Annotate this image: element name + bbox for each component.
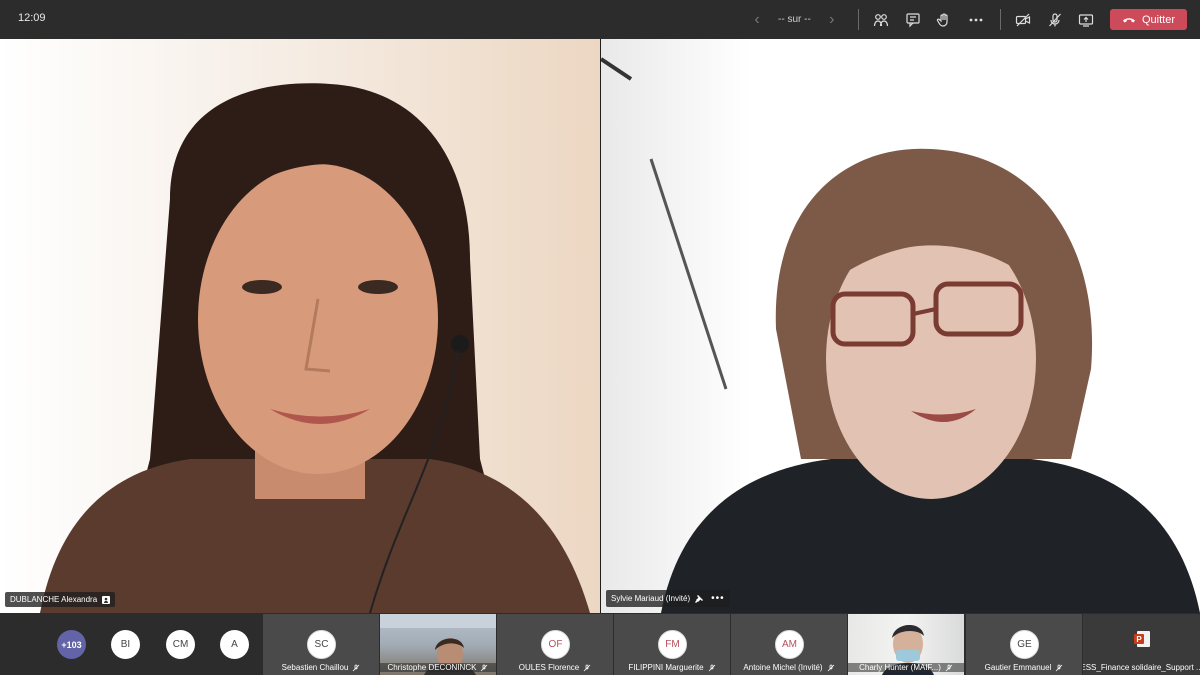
mic-muted-icon — [583, 664, 591, 671]
meeting-toolbar: 12:09 ‹ -- sur -- › Quitter — [0, 0, 1200, 39]
chevron-right-icon[interactable]: › — [825, 11, 839, 28]
participant-avatar: SC — [307, 630, 336, 659]
participant-tile-label: FILIPPINI Marguerite — [614, 663, 730, 672]
participant-video — [601, 57, 1200, 613]
participant-name: OULES Florence — [518, 663, 580, 672]
participant-name-tag: DUBLANCHE Alexandra — [5, 592, 116, 607]
participant-tile[interactable]: Charly Hunter (MAIF...) — [848, 614, 964, 675]
participant-name: Charly Hunter (MAIF...) — [859, 663, 941, 672]
participant-name: Antoine Michel (Invité) — [743, 663, 823, 672]
participant-name: Sebastien Chaillou — [281, 663, 349, 672]
shared-content-tile[interactable]: P ESS_Finance solidaire_Support ... — [1083, 614, 1200, 675]
participant-tile[interactable]: OF OULES Florence — [497, 614, 613, 675]
participant-tile-label: Gautier Emmanuel — [966, 663, 1082, 672]
mic-muted-icon — [945, 664, 953, 671]
more-options-icon[interactable]: ••• — [711, 593, 725, 604]
mic-muted-icon[interactable] — [1045, 10, 1065, 30]
participant-avatar[interactable]: A — [220, 630, 249, 659]
participant-strip: +103 BI CM A SC Sebastien Chaillou Chris… — [0, 613, 1200, 675]
hangup-icon — [1122, 17, 1135, 22]
toolbar-divider — [858, 9, 859, 30]
participant-name: Sylvie Mariaud (Invité) — [611, 594, 691, 603]
mic-muted-icon — [353, 664, 360, 671]
participant-avatar: AM — [775, 630, 804, 659]
powerpoint-icon: P — [1134, 631, 1150, 647]
participant-tile-label: Christophe DECONINCK — [380, 663, 496, 672]
participant-tile[interactable]: GE Gautier Emmanuel — [966, 614, 1082, 675]
participant-name: Gautier Emmanuel — [984, 663, 1052, 672]
participant-name: DUBLANCHE Alexandra — [10, 595, 98, 604]
participant-avatar[interactable]: BI — [111, 630, 140, 659]
chevron-left-icon[interactable]: ‹ — [750, 11, 764, 28]
participant-tile-label: ESS_Finance solidaire_Support ... — [1083, 663, 1200, 672]
participant-name: FILIPPINI Marguerite — [628, 663, 704, 672]
chat-icon[interactable] — [903, 10, 923, 30]
participant-avatar: FM — [658, 630, 687, 659]
more-actions-icon[interactable] — [966, 10, 986, 30]
participant-tile-label: Charly Hunter (MAIF...) — [848, 663, 964, 672]
participant-tile[interactable]: SC Sebastien Chaillou — [263, 614, 379, 675]
camera-icon[interactable] — [1013, 10, 1033, 30]
participant-tile[interactable]: Christophe DECONINCK — [380, 614, 496, 675]
page-navigator: ‹ -- sur -- › — [750, 0, 839, 39]
page-indicator: -- sur -- — [778, 14, 811, 25]
mic-muted-icon — [827, 664, 834, 671]
toolbar-divider — [1000, 9, 1001, 30]
mic-muted-icon — [708, 664, 715, 671]
pin-icon — [102, 595, 111, 604]
video-feed-main-right[interactable]: Sylvie Mariaud (Invité) ••• — [601, 39, 1200, 613]
meeting-clock: 12:09 — [18, 12, 46, 24]
share-screen-icon[interactable] — [1076, 10, 1096, 30]
leave-label: Quitter — [1141, 13, 1175, 26]
participants-icon[interactable] — [871, 10, 891, 30]
participant-tile-label: Sebastien Chaillou — [263, 663, 379, 672]
participant-avatar: OF — [541, 630, 570, 659]
participant-tile-label: Antoine Michel (Invité) — [731, 663, 847, 672]
participant-avatar[interactable]: CM — [166, 630, 195, 659]
participant-name-tag: Sylvie Mariaud (Invité) ••• — [606, 590, 730, 607]
participant-tile[interactable]: FM FILIPPINI Marguerite — [614, 614, 730, 675]
participant-tile-label: OULES Florence — [497, 663, 613, 672]
pin-icon — [695, 594, 704, 603]
participant-name: Christophe DECONINCK — [387, 663, 477, 672]
raise-hand-icon[interactable] — [934, 10, 954, 30]
svg-text:P: P — [1136, 635, 1142, 644]
leave-button[interactable]: Quitter — [1110, 9, 1187, 30]
mic-muted-icon — [1056, 664, 1063, 671]
participant-video — [40, 83, 590, 613]
mic-muted-icon — [481, 664, 488, 671]
video-feed-main-left[interactable]: DUBLANCHE Alexandra — [0, 39, 600, 613]
participant-tile[interactable]: AM Antoine Michel (Invité) — [731, 614, 847, 675]
participant-avatar: GE — [1010, 630, 1039, 659]
shared-content-name: ESS_Finance solidaire_Support ... — [1083, 663, 1200, 672]
overflow-participants-button[interactable]: +103 — [57, 630, 86, 659]
